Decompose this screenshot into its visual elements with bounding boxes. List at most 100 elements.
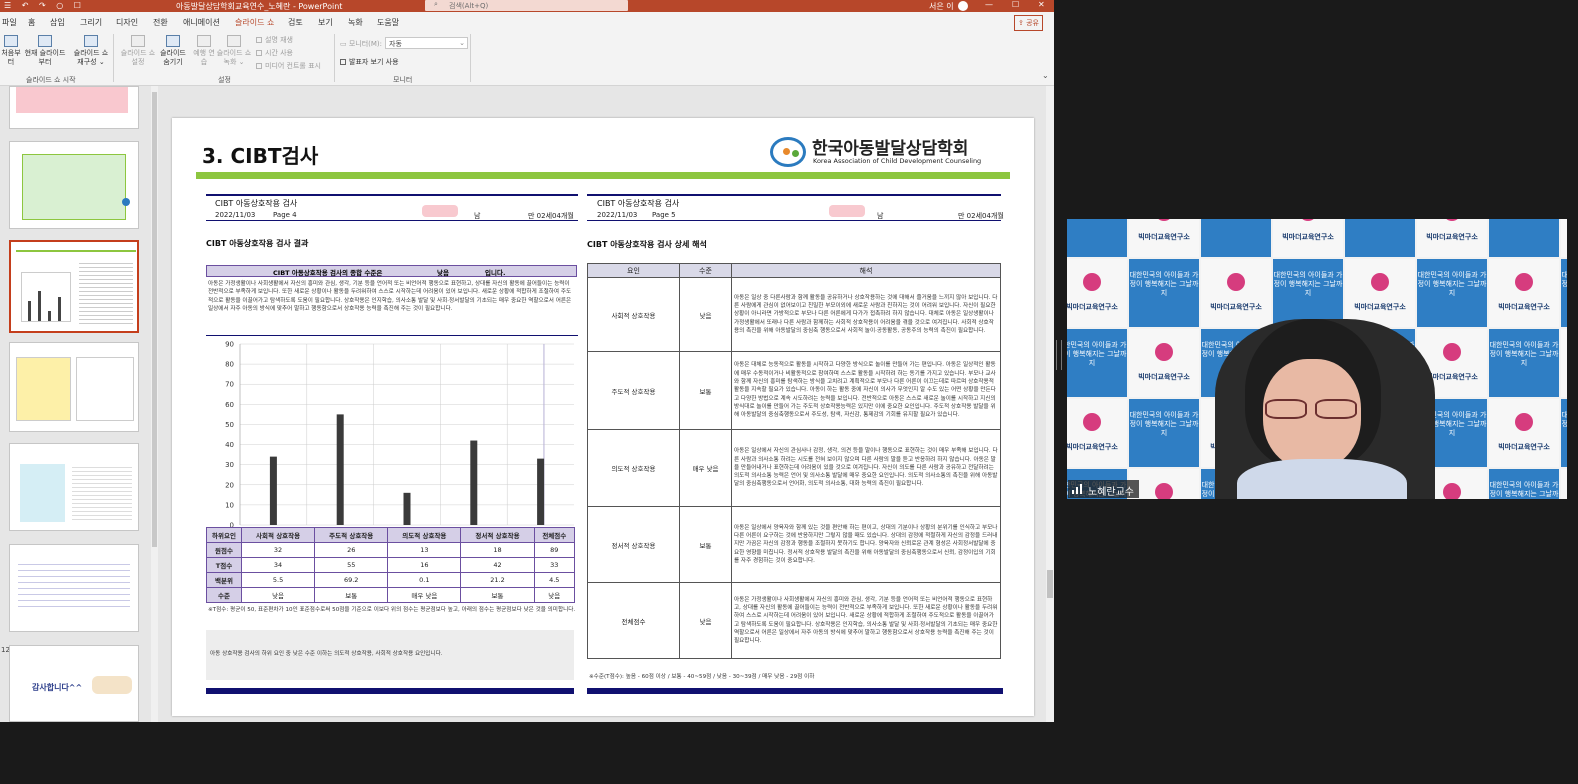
y-tick-label: 40 bbox=[225, 441, 234, 449]
search-box[interactable]: ⌕ 검색(Alt+Q) bbox=[425, 0, 628, 11]
banner-logo-icon bbox=[1155, 483, 1173, 499]
media-controls-checkbox[interactable]: 미디어 컨트롤 표시 bbox=[256, 61, 321, 71]
y-tick-label: 90 bbox=[225, 341, 234, 349]
tab-record[interactable]: 녹화 bbox=[348, 17, 363, 28]
table-row: T점수 34 55 16 42 33 bbox=[206, 557, 576, 573]
right-doc-date: 2022/11/03 bbox=[597, 211, 638, 219]
tab-help[interactable]: 도움말 bbox=[377, 17, 399, 28]
slide-thumbnail-selected[interactable] bbox=[9, 240, 139, 333]
rehearse-button[interactable]: 예행 연습 bbox=[192, 35, 216, 67]
collapse-ribbon-icon[interactable]: ⌄ bbox=[1042, 71, 1049, 80]
y-tick-label: 30 bbox=[225, 461, 234, 469]
timer-icon bbox=[197, 35, 211, 47]
from-current-button[interactable]: 현재 슬라이드부터 bbox=[24, 35, 66, 67]
tab-design[interactable]: 디자인 bbox=[116, 17, 138, 28]
note-box: 아동 상호작용 검사의 하위 요인 중 낮은 수준 이하는 의도적 상호작용, … bbox=[206, 630, 574, 680]
tab-file[interactable]: 파일 bbox=[2, 17, 17, 28]
table-header-cell: 의도적 상호작용 bbox=[387, 527, 462, 543]
table-cell: 4.5 bbox=[533, 572, 576, 588]
banner-tile: 빅마더교육연구소 bbox=[1489, 259, 1559, 327]
slide-thumbnail[interactable] bbox=[9, 141, 139, 229]
doc-bottom-bar bbox=[206, 688, 574, 694]
powerpoint-window: ☰ ↶ ↷ ○ ☐ 아동발달상담학회교육연수_노혜란 - PowerPoint … bbox=[0, 0, 1054, 722]
hide-slide-button[interactable]: 슬라이드 숨기기 bbox=[158, 35, 188, 67]
thumb-greenbar bbox=[16, 250, 136, 252]
table-header-cell: 주도적 상호작용 bbox=[314, 527, 389, 543]
summary-head-b: 낮음 bbox=[437, 269, 449, 277]
tab-animations[interactable]: 애니메이션 bbox=[183, 17, 220, 28]
from-beginning-button[interactable]: 처음부터 bbox=[0, 35, 22, 67]
table-cell: 0.1 bbox=[387, 572, 462, 588]
current-slide[interactable]: 3. CIBT검사 한국아동발달상담학회 Korea Association o… bbox=[172, 118, 1034, 716]
slide-thumbnail[interactable] bbox=[9, 342, 139, 432]
banner-tile: 대한민국의 아이들과 가정이 행복해지는 그날까지 bbox=[1489, 329, 1559, 397]
banner-tile: 대한민국의 아이들과 가정이 행복해지는 그날까지 bbox=[1129, 399, 1199, 467]
banner-logo-icon bbox=[1443, 483, 1461, 499]
banner-org-text: 빅마더교육연구소 bbox=[1354, 303, 1406, 311]
editor-scrollbar[interactable] bbox=[1046, 86, 1054, 722]
level-cell: 보통 bbox=[679, 506, 732, 583]
user-name[interactable]: 서은 이 bbox=[929, 1, 954, 12]
banner-tile: 빅마더교육연구소 bbox=[1129, 219, 1199, 257]
play-narrations-checkbox[interactable]: 설명 재생 bbox=[256, 35, 293, 45]
table-row: 백분위 5.5 69.2 0.1 21.2 4.5 bbox=[206, 572, 576, 588]
thumb-table bbox=[79, 260, 133, 324]
slide-thumbnail[interactable]: 감사합니다^^ bbox=[9, 645, 139, 722]
factor-cell: 주도적 상호작용 bbox=[587, 351, 680, 430]
minimize-button[interactable]: — bbox=[985, 0, 993, 9]
avatar[interactable] bbox=[958, 1, 968, 11]
y-tick-label: 10 bbox=[225, 501, 234, 509]
tab-review[interactable]: 검토 bbox=[288, 17, 303, 28]
monitor-select[interactable]: 자동 ⌄ bbox=[385, 37, 468, 49]
participant-video[interactable]: 행복해지는 그날까지빅마더교육연구소행복해지는 그날까지빅마더교육연구소행복해지… bbox=[1067, 219, 1567, 499]
share-button[interactable]: ⇪ 공유 bbox=[1014, 15, 1043, 31]
right-doc-title: CIBT 아동상호작용 검사 bbox=[597, 199, 680, 208]
table-header-cell: 수준 bbox=[679, 263, 732, 278]
banner-org-text: 빅마더교육연구소 bbox=[1210, 303, 1262, 311]
right-doc-page: Page 5 bbox=[652, 211, 676, 219]
table-header-cell: 하위요인 bbox=[206, 527, 242, 543]
factor-cell: 의도적 상호작용 bbox=[587, 429, 680, 507]
presenter-view-checkbox[interactable]: 발표자 보기 사용 bbox=[340, 57, 399, 67]
tab-insert[interactable]: 삽입 bbox=[50, 17, 65, 28]
thumb-table bbox=[72, 464, 132, 522]
tab-home[interactable]: 홈 bbox=[28, 17, 35, 28]
from-current-label: 현재 슬라이드부터 bbox=[24, 49, 66, 66]
y-tick-label: 60 bbox=[225, 401, 234, 409]
monitor-icon: ▭ bbox=[340, 40, 349, 48]
slide-thumbnail[interactable] bbox=[9, 443, 139, 531]
banner-org-text: 빅마더교육연구소 bbox=[1138, 233, 1190, 241]
tab-transitions[interactable]: 전환 bbox=[153, 17, 168, 28]
maximize-button[interactable]: ☐ bbox=[1012, 0, 1019, 9]
banner-org-text: 빅마더교육연구소 bbox=[1067, 443, 1118, 451]
close-button[interactable]: ✕ bbox=[1038, 0, 1045, 9]
left-doc-title: CIBT 아동상호작용 검사 bbox=[215, 199, 298, 208]
setup-show-button[interactable]: 슬라이드 쇼 설정 bbox=[117, 35, 159, 67]
banner-tile: 대한민국의 아이들과 가정이 행복해지는 그날까지 bbox=[1129, 259, 1199, 327]
summary-head-c: 입니다. bbox=[485, 269, 506, 277]
record-button[interactable]: 슬라이드 쇼 녹화 ⌄ bbox=[216, 35, 252, 67]
banner-tile: 빅마더교육연구소 bbox=[1561, 219, 1567, 257]
banner-org-text: 빅마더교육연구소 bbox=[1426, 233, 1478, 241]
table-cell: 5.5 bbox=[240, 572, 316, 588]
banner-org-text: 빅마더교육연구소 bbox=[1498, 443, 1550, 451]
banner-tile: 대한민국의 아이들과 가정이 행복해지는 그날까지 bbox=[1489, 469, 1559, 499]
thumbnail-scrollbar[interactable] bbox=[151, 86, 158, 722]
banner-org-text: 빅마더교육연구소 bbox=[1138, 373, 1190, 381]
use-timings-checkbox[interactable]: 시간 사용 bbox=[256, 48, 293, 58]
banner-tile: 대한민국의 아이들과 가정이 행복해지는 그날까지 bbox=[1561, 399, 1567, 467]
banner-logo-icon bbox=[1155, 219, 1173, 221]
quick-access-toolbar[interactable]: ☰ ↶ ↷ ○ ☐ bbox=[4, 1, 85, 10]
tab-draw[interactable]: 그리기 bbox=[80, 17, 102, 28]
thumb-text bbox=[18, 559, 130, 609]
table-row: 정서적 상호작용 보통 아동은 일상에서 양육자와 함께 있는 것을 편안해 하… bbox=[587, 506, 1001, 583]
tab-view[interactable]: 보기 bbox=[318, 17, 333, 28]
table-row: 의도적 상호작용 매우 낮음 아동은 일상에서 자신의 관심사나 감정, 생각,… bbox=[587, 429, 1001, 507]
redacted-name bbox=[829, 205, 865, 217]
right-section-title: CIBT 아동상호작용 검사 상세 해석 bbox=[587, 240, 707, 249]
slide-thumbnail[interactable] bbox=[9, 86, 139, 129]
slide-thumbnail[interactable] bbox=[9, 544, 139, 632]
panel-resize-handle[interactable] bbox=[1056, 340, 1062, 370]
chevron-down-icon: ⌄ bbox=[459, 39, 465, 47]
custom-show-button[interactable]: 슬라이드 쇼 재구성 ⌄ bbox=[70, 35, 112, 67]
